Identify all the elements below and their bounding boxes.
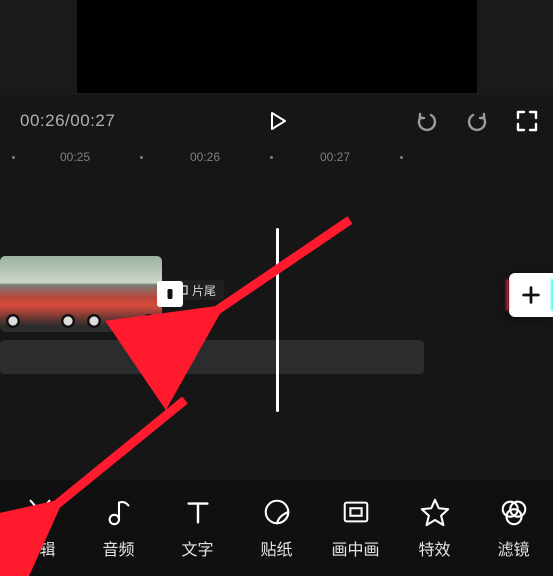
star-icon <box>420 497 450 527</box>
undo-button[interactable] <box>415 109 439 133</box>
tool-pip[interactable]: 画中画 <box>324 497 388 560</box>
tool-audio[interactable]: 音频 <box>87 497 151 560</box>
redo-button[interactable] <box>465 109 489 133</box>
clip-thumbnail <box>81 256 162 332</box>
tool-effect[interactable]: 特效 <box>403 497 467 560</box>
tool-cut-label: 剪辑 <box>23 536 55 560</box>
tool-sticker-label: 贴纸 <box>260 536 292 560</box>
trim-handle-icon <box>163 287 177 301</box>
playhead[interactable] <box>276 228 279 412</box>
tool-text[interactable]: 文字 <box>166 497 230 560</box>
text-icon <box>183 497 213 527</box>
ruler-mark: 00:27 <box>320 150 350 164</box>
fullscreen-icon <box>515 109 539 133</box>
scissors-icon <box>25 497 55 527</box>
playback-controls: 00:26/00:27 <box>0 98 553 144</box>
video-preview <box>0 0 553 95</box>
video-clip[interactable] <box>0 256 162 332</box>
pip-icon <box>341 497 371 527</box>
tool-sticker[interactable]: 贴纸 <box>245 497 309 560</box>
filter-icon <box>499 497 529 527</box>
ending-label: 片尾 <box>192 282 216 299</box>
sticker-icon <box>262 497 292 527</box>
undo-icon <box>415 109 439 133</box>
tool-filter[interactable]: 滤镜 <box>482 497 546 560</box>
timeline[interactable]: 片尾 <box>0 176 553 480</box>
fullscreen-button[interactable] <box>515 109 539 133</box>
tool-cut[interactable]: 剪辑 <box>8 497 72 560</box>
time-display: 00:26/00:27 <box>20 111 115 131</box>
audio-track[interactable] <box>0 340 424 374</box>
music-note-icon <box>104 497 134 527</box>
tool-audio-label: 音频 <box>102 536 134 560</box>
bottom-toolbar: 剪辑 音频 文字 贴纸 画中画 特效 滤镜 <box>0 480 553 576</box>
ruler-mark: 00:26 <box>190 150 220 164</box>
add-clip-button[interactable] <box>509 273 553 317</box>
clip-thumbnail <box>0 256 81 332</box>
video-preview-content <box>77 0 477 93</box>
tool-text-label: 文字 <box>181 536 213 560</box>
plus-icon <box>520 284 542 306</box>
tool-pip-label: 画中画 <box>331 536 379 560</box>
timeline-ruler[interactable]: 00:25 00:26 00:27 <box>0 150 553 174</box>
tool-filter-label: 滤镜 <box>497 536 529 560</box>
tool-effect-label: 特效 <box>418 536 450 560</box>
redo-icon <box>465 109 489 133</box>
play-icon <box>265 109 289 133</box>
ruler-mark: 00:25 <box>60 150 90 164</box>
play-button[interactable] <box>265 109 289 133</box>
clip-trim-handle[interactable] <box>157 281 183 307</box>
